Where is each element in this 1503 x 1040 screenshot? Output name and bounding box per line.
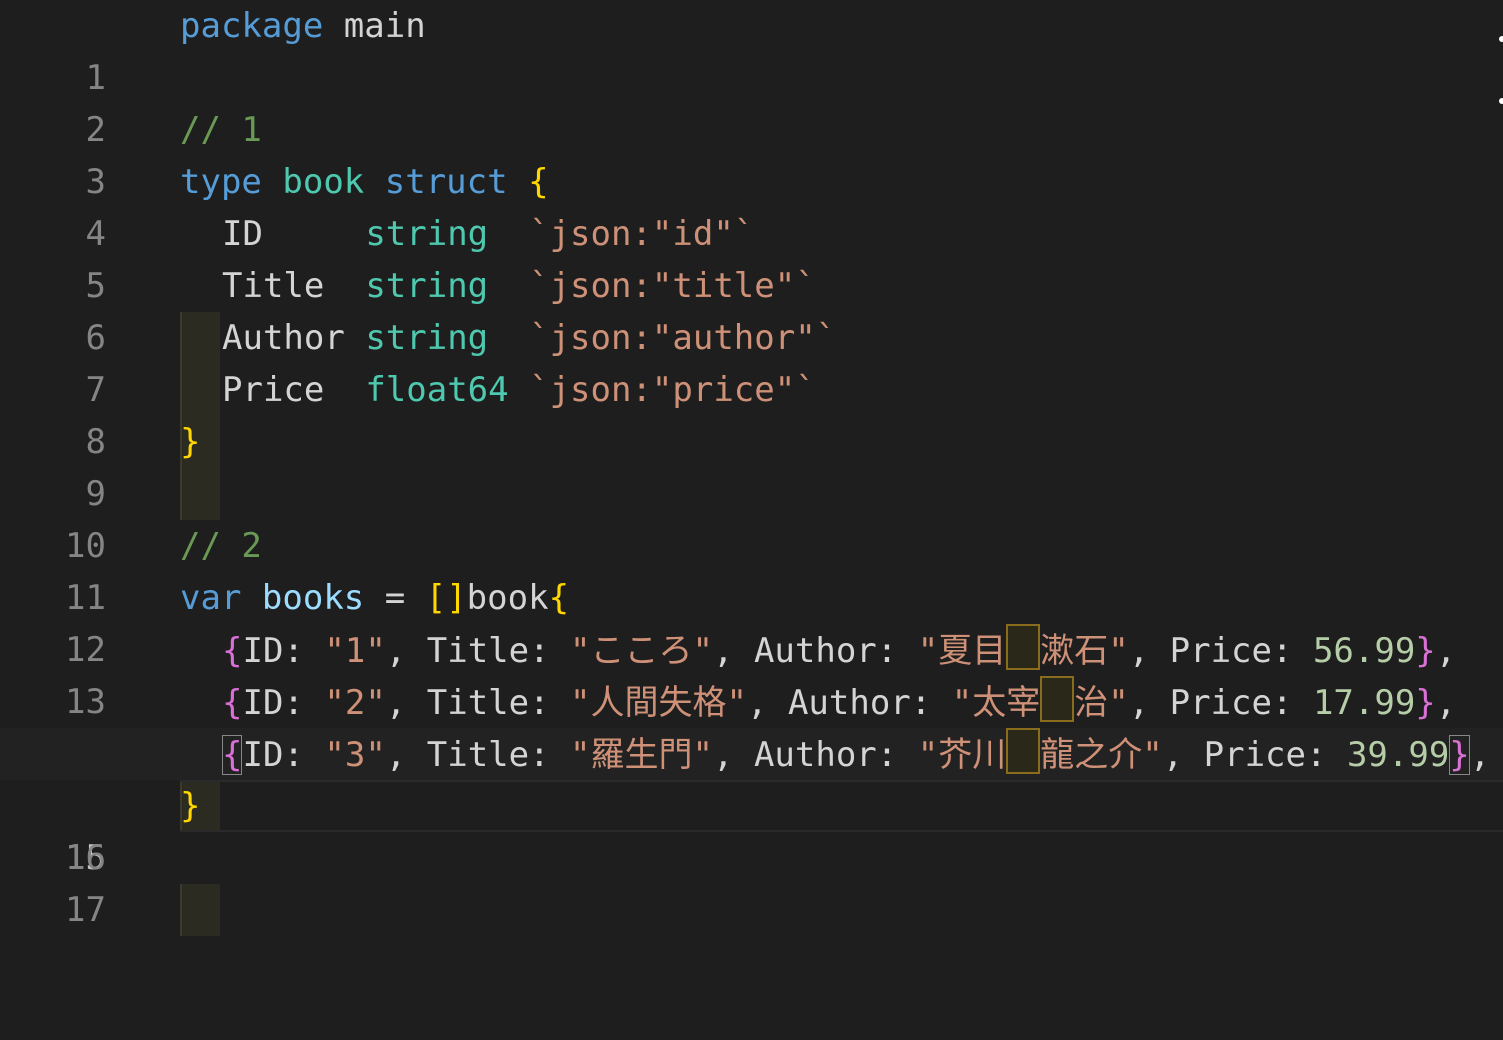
field-name: Title [222,266,325,306]
string-literal: 龍之介" [1040,735,1163,775]
struct-tag: `json:"author"` [529,318,837,358]
field-key: Author: [787,683,952,723]
field-key: Title: [426,683,571,723]
field-type: string [365,214,489,254]
string-literal: "こころ" [570,631,713,671]
code-line[interactable]: 12 var books = []book{ [0,572,1503,670]
separator: , [385,631,427,671]
field-key: Author: [753,735,918,775]
code-line[interactable]: 17 [0,832,1503,930]
brace: { [222,683,243,723]
code-line[interactable]: 2 [0,52,1503,150]
brace: } [180,422,201,462]
code-line[interactable]: 11 // 2 [0,520,1503,618]
field-type: string [365,318,489,358]
field-key: Author: [753,631,918,671]
field-key: Title: [426,735,571,775]
whitespace-highlight [1040,676,1075,722]
string-literal: "太宰 [951,683,1041,723]
brackets: [] [425,578,467,618]
keyword: struct [384,162,508,202]
type-name: book [466,578,549,618]
brace: } [1415,631,1436,671]
separator: , [1435,631,1457,671]
string-literal: "夏目 [917,631,1007,671]
separator: , [713,631,754,671]
code-line[interactable]: 10 [0,468,1503,566]
field-name: Price [222,370,325,410]
field-key: ID: [242,631,325,671]
struct-tag: `json:"title"` [529,266,816,306]
number-literal: 17.99 [1312,683,1416,723]
keyword: type [180,162,262,202]
code-line[interactable]: 6 Title string `json:"title"` [0,260,1503,416]
separator: , [385,735,427,775]
overview-ruler-marker [1499,36,1503,42]
separator: , [1469,735,1491,775]
line-number: 17 [65,890,106,930]
number-literal: 39.99 [1346,735,1450,775]
separator: , [713,735,754,775]
separator: , [1162,735,1204,775]
code-line[interactable]: 4 type book struct { [0,156,1503,254]
field-type: float64 [365,370,509,410]
field-key: ID: [242,683,325,723]
whitespace-highlight [1006,624,1041,670]
overview-ruler-marker [1499,98,1503,104]
string-literal: 治" [1074,683,1129,723]
string-literal: "3" [324,735,386,775]
whitespace-highlight [1006,728,1041,774]
indent-guide [180,884,220,936]
field-name: Author [222,318,345,358]
field-key: Price: [1169,683,1313,723]
field-type: string [365,266,489,306]
field-key: ID: [242,735,325,775]
code-line[interactable]: 16 } [0,780,1503,878]
code-line[interactable]: 5 ID string `json:"id"` [0,208,1503,364]
keyword: package [180,6,324,46]
separator: , [1435,683,1457,723]
separator: , [747,683,788,723]
field-key: Price: [1203,735,1347,775]
brace: { [548,578,570,618]
string-literal: "2" [324,683,386,723]
struct-tag: `json:"id"` [529,214,755,254]
brace: { [528,162,549,202]
field-key: Price: [1169,631,1313,671]
separator: , [1128,683,1170,723]
code-line[interactable]: 1 package main [0,0,1503,98]
operator: = [384,578,406,618]
code-line[interactable]: 3 // 1 [0,104,1503,202]
comment: // 1 [180,110,262,150]
code-line[interactable]: 8 Price float64 `json:"price"` [0,364,1503,520]
code-line[interactable]: 13 {ID: "1", Title: "こころ", Author: "夏目 漱石… [0,624,1503,780]
comment: // 2 [180,526,262,566]
variable-name: books [261,578,365,618]
separator: , [385,683,427,723]
type-name: book [282,162,365,202]
brace: } [1415,683,1436,723]
package-name: main [343,6,426,46]
code-line[interactable]: 14 {ID: "2", Title: "人間失格", Author: "太宰治… [0,676,1503,832]
field-name: ID [222,214,263,254]
brace: { [222,631,243,671]
brace: } [180,786,201,826]
string-literal: "羅生門" [570,735,713,775]
number-literal: 56.99 [1312,631,1416,671]
keyword: var [180,578,242,618]
field-key: Title: [426,631,571,671]
brace-match: } [1449,735,1470,775]
separator: , [1128,631,1170,671]
code-line[interactable]: 9 } [0,416,1503,514]
string-literal: "1" [324,631,386,671]
code-editor[interactable]: 1 package main 2 3 // 1 4 type book stru… [0,0,1503,936]
brace-match: { [222,735,243,775]
string-literal: "芥川 [917,735,1007,775]
string-literal: "人間失格" [570,683,747,723]
struct-tag: `json:"price"` [529,370,816,410]
code-line-current[interactable]: 15 {ID: "3", Title: "羅生門", Author: "芥川 龍之… [0,728,1503,936]
string-literal: 漱石" [1040,631,1129,671]
code-line[interactable]: 7 Author string `json:"author"` [0,312,1503,468]
